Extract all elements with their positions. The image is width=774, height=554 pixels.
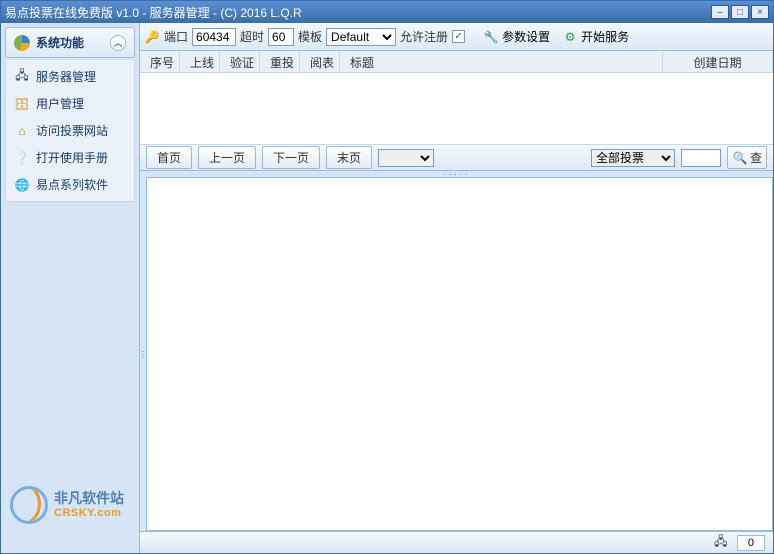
sidebar-item-series[interactable]: 🌐 易点系列软件	[10, 174, 130, 195]
col-date[interactable]: 创建日期	[663, 51, 773, 72]
allow-reg-label: 允许注册	[400, 28, 448, 45]
col-verify[interactable]: 验证	[220, 51, 260, 72]
pie-icon	[14, 35, 30, 51]
app-window: 易点投票在线免费版 v1.0 - 服务器管理 - (C) 2016 L.Q.R …	[0, 0, 774, 554]
allow-reg-checkbox[interactable]: ✓	[452, 30, 465, 43]
sidebar-item-user-manage[interactable]: 🗄 用户管理	[10, 93, 130, 114]
statusbar: 🖧 0	[140, 531, 773, 553]
filter-select[interactable]: 全部投票	[591, 149, 675, 167]
minimize-button[interactable]: ‒	[711, 5, 729, 19]
database-icon: 🗄	[14, 96, 30, 112]
help-icon: ❔	[14, 150, 30, 166]
timeout-label: 超时	[240, 28, 264, 45]
start-service-button[interactable]: ⚙ 开始服务	[558, 26, 633, 47]
network-icon: 🖧	[713, 535, 729, 551]
globe-icon: 🌐	[14, 177, 30, 193]
close-button[interactable]: ×	[751, 5, 769, 19]
key-icon: 🔑	[144, 29, 160, 45]
next-page-button[interactable]: 下一页	[262, 146, 320, 169]
home-icon: ⌂	[14, 123, 30, 139]
table-header: 序号 上线 验证 重投 阅表 标题 创建日期	[140, 51, 773, 73]
col-title[interactable]: 标题	[340, 51, 663, 72]
last-page-button[interactable]: 末页	[326, 146, 372, 169]
search-button[interactable]: 🔍 查	[727, 146, 767, 169]
sidebar-item-visit-site[interactable]: ⌂ 访问投票网站	[10, 120, 130, 141]
template-label: 模板	[298, 28, 322, 45]
sidebar-item-server-manage[interactable]: 🖧 服务器管理	[10, 66, 130, 87]
prev-page-button[interactable]: 上一页	[198, 146, 256, 169]
sidebar: 系统功能 ︿ 🖧 服务器管理 🗄 用户管理 ⌂ 访问投票网站 ❔	[1, 23, 139, 553]
status-count: 0	[737, 535, 765, 551]
timeout-input[interactable]	[268, 28, 294, 46]
sidebar-item-manual[interactable]: ❔ 打开使用手册	[10, 147, 130, 168]
sidebar-item-label: 用户管理	[36, 95, 84, 112]
port-label: 端口	[164, 28, 188, 45]
page-select[interactable]	[378, 149, 434, 167]
pager-bar: 首页 上一页 下一页 末页 全部投票 🔍 查	[140, 145, 773, 171]
search-icon: 🔍	[732, 150, 748, 166]
chevron-up-icon[interactable]: ︿	[110, 35, 126, 51]
window-controls: ‒ □ ×	[711, 5, 769, 19]
server-icon: 🖧	[14, 69, 30, 85]
maximize-button[interactable]: □	[731, 5, 749, 19]
param-label: 参数设置	[502, 28, 550, 45]
table-body	[140, 73, 773, 145]
gear-icon: ⚙	[562, 29, 578, 45]
toolbar: 🔑 端口 超时 模板 Default 允许注册 ✓ 🔧 参数设置 ⚙ 开	[140, 23, 773, 51]
sidebar-item-label: 打开使用手册	[36, 149, 108, 166]
sidebar-header[interactable]: 系统功能 ︿	[5, 27, 135, 58]
port-input[interactable]	[192, 28, 236, 46]
window-body: 系统功能 ︿ 🖧 服务器管理 🗄 用户管理 ⌂ 访问投票网站 ❔	[1, 23, 773, 553]
main-area: 🔑 端口 超时 模板 Default 允许注册 ✓ 🔧 参数设置 ⚙ 开	[139, 23, 773, 553]
col-revote[interactable]: 重投	[260, 51, 300, 72]
first-page-button[interactable]: 首页	[146, 146, 192, 169]
sidebar-item-label: 访问投票网站	[36, 122, 108, 139]
search-input[interactable]	[681, 149, 721, 167]
titlebar: 易点投票在线免费版 v1.0 - 服务器管理 - (C) 2016 L.Q.R …	[1, 1, 773, 23]
start-label: 开始服务	[581, 28, 629, 45]
window-title: 易点投票在线免费版 v1.0 - 服务器管理 - (C) 2016 L.Q.R	[5, 4, 711, 21]
wrench-icon: 🔧	[483, 29, 499, 45]
sidebar-title: 系统功能	[36, 34, 84, 51]
template-select[interactable]: Default	[326, 28, 396, 46]
detail-area	[146, 177, 773, 531]
param-settings-button[interactable]: 🔧 参数设置	[479, 26, 554, 47]
sidebar-item-label: 服务器管理	[36, 68, 96, 85]
col-index[interactable]: 序号	[140, 51, 180, 72]
col-read[interactable]: 阅表	[300, 51, 340, 72]
sidebar-item-label: 易点系列软件	[36, 176, 108, 193]
col-online[interactable]: 上线	[180, 51, 220, 72]
sidebar-items: 🖧 服务器管理 🗄 用户管理 ⌂ 访问投票网站 ❔ 打开使用手册 🌐	[5, 60, 135, 202]
lower-pane	[140, 177, 773, 531]
